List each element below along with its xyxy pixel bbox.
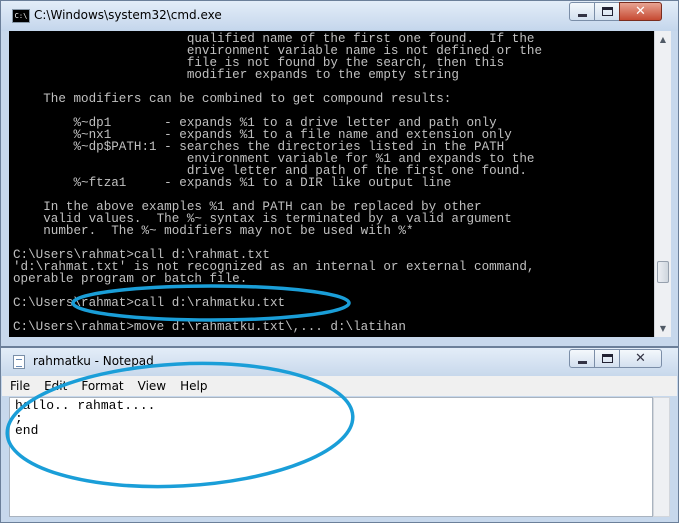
close-icon: ✕ [635,351,646,366]
notepad-titlebar[interactable]: rahmatku - Notepad ✕ [1,348,678,375]
notepad-minimize-button[interactable] [569,349,595,368]
scroll-up-arrow-icon[interactable]: ▲ [655,31,671,48]
console-line: number. The %~ modifiers may not be used… [13,224,414,238]
notepad-maximize-button[interactable] [594,349,620,368]
console-line: The modifiers can be combined to get com… [13,92,452,106]
menu-view[interactable]: View [130,376,172,396]
notepad-window-controls: ✕ [569,349,662,369]
menu-format[interactable]: Format [73,376,129,396]
notepad-window: rahmatku - Notepad ✕ File Edit Format Vi… [0,347,679,523]
cmd-console[interactable]: qualified name of the first one found. I… [9,31,654,337]
minimize-icon [578,14,587,17]
notepad-window-title: rahmatku - Notepad [33,354,154,368]
menu-edit[interactable]: Edit [36,376,73,396]
notepad-line: end [15,423,39,438]
cmd-titlebar[interactable]: C:\ C:\Windows\system32\cmd.exe ✕ [1,1,678,31]
scroll-down-arrow-icon[interactable]: ▼ [655,320,671,337]
minimize-icon [578,361,587,364]
notepad-vertical-scrollbar[interactable] [653,397,670,517]
maximize-icon [602,354,613,363]
cmd-vertical-scrollbar[interactable]: ▲ ▼ [654,31,671,337]
cmd-window-title: C:\Windows\system32\cmd.exe [34,8,222,22]
notepad-close-button[interactable]: ✕ [619,349,662,368]
console-line: modifier expands to the empty string [13,68,459,82]
notepad-icon[interactable] [13,355,25,369]
cmd-close-button[interactable]: ✕ [619,2,662,21]
console-line: %~ftza1 - expands %1 to a DIR like outpu… [13,176,452,190]
console-line: operable program or batch file. [13,272,248,286]
close-icon: ✕ [635,4,646,19]
menu-help[interactable]: Help [172,376,213,396]
maximize-icon [602,7,613,16]
cmd-icon[interactable]: C:\ [12,9,30,23]
scrollbar-thumb[interactable] [657,261,669,283]
notepad-text-area[interactable]: hallo.. rahmat.... ; end [9,397,653,517]
console-line: C:\Users\rahmat>call d:\rahmatku.txt [13,296,286,310]
console-output: qualified name of the first one found. I… [9,31,654,334]
cmd-window-controls: ✕ [569,2,662,22]
notepad-menubar: File Edit Format View Help [2,376,677,396]
cmd-minimize-button[interactable] [569,2,595,21]
cmd-maximize-button[interactable] [594,2,620,21]
notepad-line: hallo.. rahmat.... [15,398,156,413]
notepad-content: hallo.. rahmat.... ; end [10,398,652,438]
menu-file[interactable]: File [2,376,36,396]
cmd-window: C:\ C:\Windows\system32\cmd.exe ✕ qualif… [0,0,679,347]
console-line: C:\Users\rahmat>move d:\rahmatku.txt\,..… [13,320,406,334]
